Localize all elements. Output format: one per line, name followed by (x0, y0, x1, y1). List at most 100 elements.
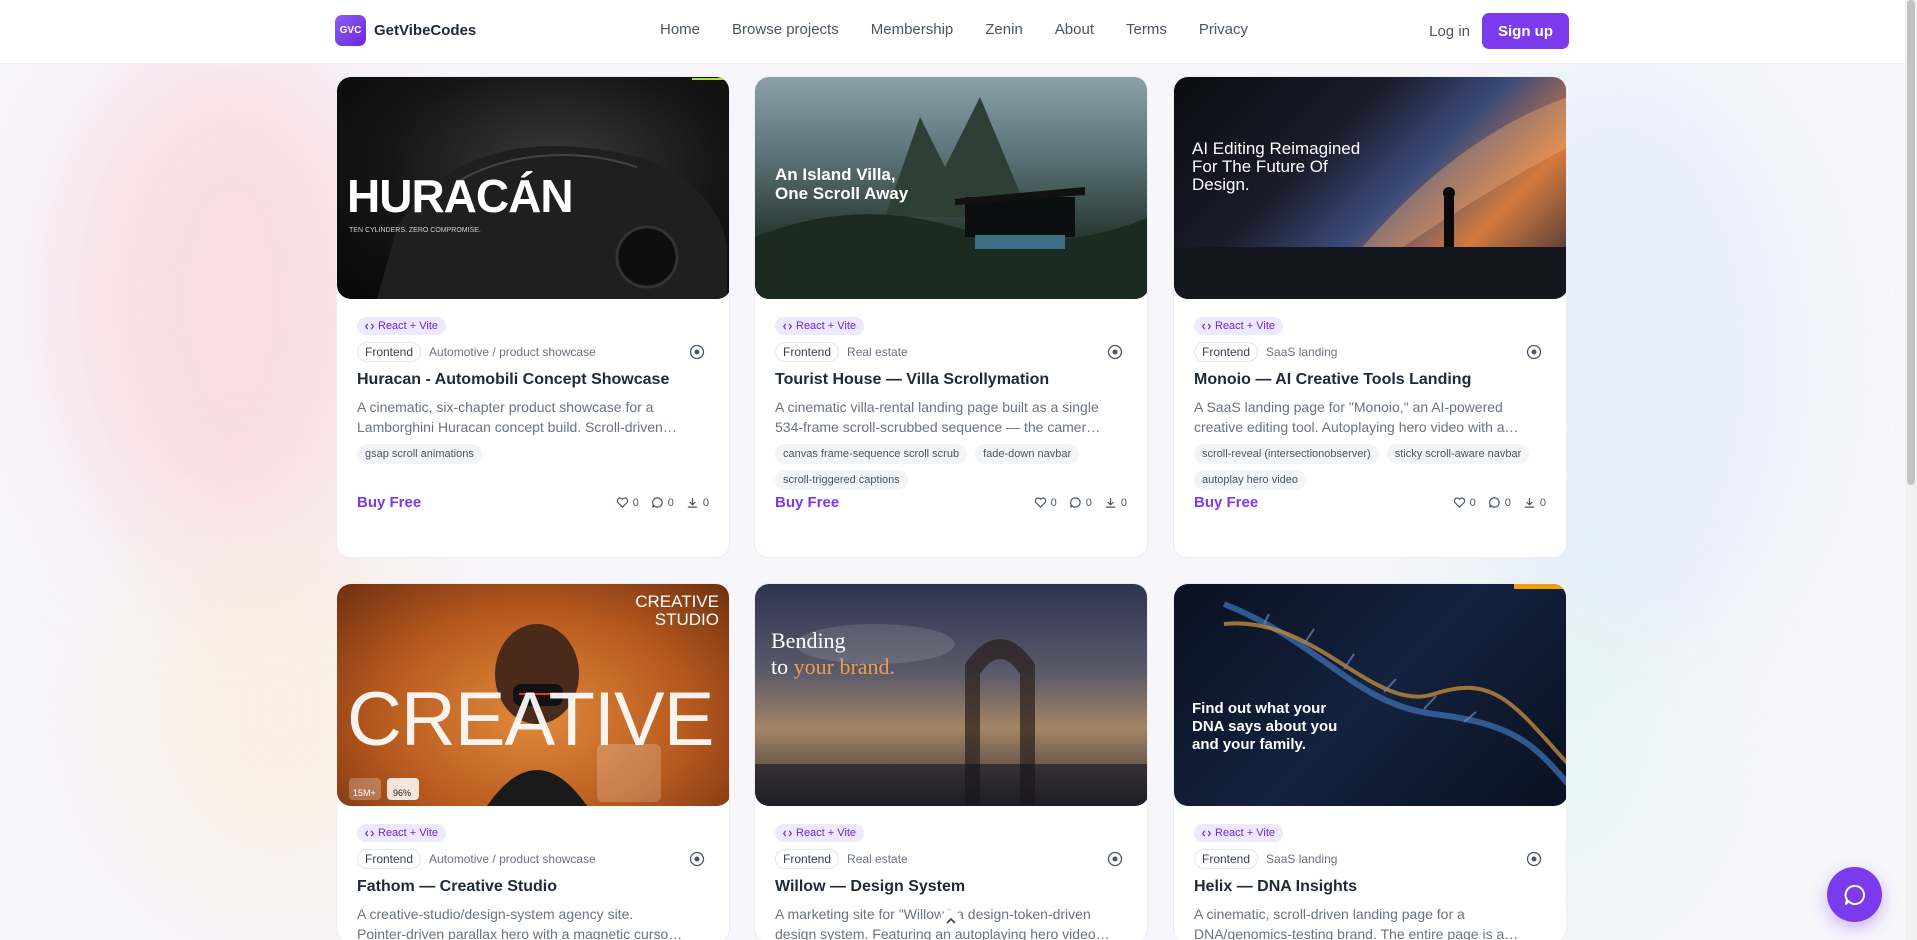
card-stats: 0 0 0 (1453, 496, 1546, 509)
tag-chip: autoplay hero video (1194, 470, 1307, 490)
project-card[interactable]: Bending to your brand. React + Vite Fron… (754, 583, 1148, 940)
downloads-stat[interactable]: 0 (1523, 496, 1546, 509)
nav-browse-projects[interactable]: Browse projects (732, 21, 839, 38)
thumb-subheadline: TEN CYLINDERS. ZERO COMPROMISE. (349, 227, 481, 234)
project-title[interactable]: Helix — DNA Insights (1194, 878, 1357, 896)
nav-privacy[interactable]: Privacy (1199, 21, 1248, 38)
scrollbar[interactable] (1905, 0, 1917, 940)
project-title[interactable]: Monoio — AI Creative Tools Landing (1194, 371, 1471, 389)
heart-icon (1034, 497, 1046, 508)
project-title[interactable]: Fathom — Creative Studio (357, 878, 557, 896)
buy-free-link[interactable]: Buy Free (357, 494, 421, 511)
tech-label: React + Vite (1215, 320, 1276, 332)
likes-count: 0 (632, 496, 639, 509)
buy-free-link[interactable]: Buy Free (1194, 494, 1258, 511)
scroll-up-button[interactable] (940, 910, 962, 932)
thumb-headline: to (771, 654, 794, 679)
thumb-stat: 15M+ (353, 788, 376, 798)
project-card[interactable]: HURACÁN TEN CYLINDERS. ZERO COMPROMISE. … (336, 76, 730, 558)
scrollbar-thumb[interactable] (1907, 0, 1915, 485)
tech-label: React + Vite (378, 827, 439, 839)
category-label: Real estate (847, 852, 908, 866)
heart-icon (1453, 497, 1465, 508)
project-title[interactable]: Huracan - Automobili Concept Showcase (357, 371, 669, 389)
nav-zenin[interactable]: Zenin (985, 21, 1023, 38)
frontend-chip: Frontend (1194, 342, 1259, 362)
nav-about[interactable]: About (1055, 21, 1094, 38)
project-thumbnail[interactable]: HURACÁN TEN CYLINDERS. ZERO COMPROMISE. (337, 77, 729, 299)
frontend-chip: Frontend (1194, 849, 1259, 869)
comment-icon (1488, 497, 1500, 508)
thumb-headline: Find out what your (1192, 700, 1327, 717)
project-thumbnail[interactable]: Bending to your brand. (755, 584, 1147, 806)
project-description: A cinematic, six-chapter product showcas… (357, 397, 711, 437)
project-thumbnail[interactable]: AI Editing Reimagined For The Future Of … (1174, 77, 1566, 299)
code-icon (365, 322, 374, 330)
description-line: Pointer-driven parallax hero with a magn… (357, 926, 683, 940)
tech-label: React + Vite (796, 827, 857, 839)
card-stats: 0 0 0 (616, 496, 709, 509)
project-card[interactable]: Find out what your DNA says about you an… (1173, 583, 1567, 940)
project-thumbnail[interactable]: Find out what your DNA says about you an… (1174, 584, 1566, 806)
likes-stat[interactable]: 0 (616, 496, 639, 509)
login-link[interactable]: Log in (1429, 23, 1470, 40)
frontend-chip: Frontend (357, 849, 422, 869)
meta-row: Frontend Automotive / product showcase (357, 849, 709, 869)
nav-terms[interactable]: Terms (1126, 21, 1167, 38)
nav-home[interactable]: Home (660, 21, 700, 38)
code-icon (783, 322, 792, 330)
code-icon (783, 829, 792, 837)
brand[interactable]: GVC GetVibeCodes (335, 15, 476, 46)
thumb-headline: AI Editing Reimagined (1192, 139, 1361, 158)
likes-stat[interactable]: 0 (1034, 496, 1057, 509)
buy-free-link[interactable]: Buy Free (775, 494, 839, 511)
project-title[interactable]: Willow — Design System (775, 878, 965, 896)
likes-stat[interactable]: 0 (1453, 496, 1476, 509)
tech-badge: React + Vite (775, 824, 865, 842)
thumb-headline: Design. (1192, 175, 1250, 194)
tech-badge: React + Vite (357, 317, 447, 335)
comments-count: 0 (667, 496, 674, 509)
downloads-stat[interactable]: 0 (1104, 496, 1127, 509)
project-title[interactable]: Tourist House — Villa Scrollymation (775, 371, 1049, 389)
downloads-stat[interactable]: 0 (686, 496, 709, 509)
chevron-up-icon (946, 917, 956, 924)
frontend-chip: Frontend (775, 849, 840, 869)
project-thumbnail[interactable]: CREATIVE CREATIVE STUDIO 15M+ 96% (337, 584, 729, 806)
code-icon (1202, 322, 1211, 330)
preview-icon[interactable] (1526, 851, 1542, 867)
tech-badge: React + Vite (357, 824, 447, 842)
meta-row: Frontend Real estate (775, 849, 1127, 869)
tag-list: scroll-reveal (intersectionobserver) stic… (1194, 444, 1554, 490)
auth-actions: Log in Sign up (1429, 13, 1569, 49)
project-card[interactable]: CREATIVE CREATIVE STUDIO 15M+ 96% React … (336, 583, 730, 940)
thumb-corner-text: CREATIVE (635, 592, 719, 611)
preview-icon[interactable] (1107, 344, 1123, 360)
signup-button[interactable]: Sign up (1482, 13, 1569, 49)
tag-chip: fade-down navbar (975, 444, 1080, 464)
description-line: A cinematic, scroll-driven landing page … (1194, 906, 1465, 922)
chat-button[interactable] (1827, 867, 1882, 922)
preview-icon[interactable] (689, 851, 705, 867)
preview-icon[interactable] (1526, 344, 1542, 360)
description-line: creative editing tool. Autoplaying hero … (1194, 419, 1519, 435)
project-thumbnail[interactable]: An Island Villa, One Scroll Away (755, 77, 1147, 299)
code-icon (1202, 829, 1211, 837)
thumb-headline: HURACÁN (347, 170, 574, 222)
comments-stat[interactable]: 0 (651, 496, 674, 509)
site-header: GVC GetVibeCodes Home Browse projects Me… (0, 0, 1905, 64)
likes-count: 0 (1469, 496, 1476, 509)
project-card[interactable]: AI Editing Reimagined For The Future Of … (1173, 76, 1567, 558)
nav-membership[interactable]: Membership (871, 21, 954, 38)
brand-name: GetVibeCodes (374, 22, 477, 39)
description-line: A SaaS landing page for "Monoio," an AI-… (1194, 399, 1503, 415)
downloads-count: 0 (702, 496, 709, 509)
preview-icon[interactable] (1107, 851, 1123, 867)
project-card[interactable]: An Island Villa, One Scroll Away React +… (754, 76, 1148, 558)
tag-list: gsap scroll animations (357, 444, 717, 464)
project-description: A creative-studio/design-system agency s… (357, 904, 711, 940)
download-icon (1524, 497, 1535, 508)
comments-stat[interactable]: 0 (1069, 496, 1092, 509)
comments-stat[interactable]: 0 (1488, 496, 1511, 509)
preview-icon[interactable] (689, 344, 705, 360)
